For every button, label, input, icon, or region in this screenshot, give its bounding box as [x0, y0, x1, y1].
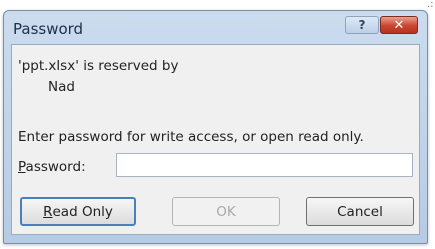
title-bar[interactable]: Password ? ✕	[4, 11, 427, 44]
password-label-text: assword:	[25, 159, 86, 175]
reserved-message: 'ppt.xlsx' is reserved by	[18, 58, 179, 74]
read-only-label: ead Only	[52, 203, 113, 220]
close-icon: ✕	[393, 17, 405, 33]
password-label: Password:	[18, 159, 86, 175]
reserved-by-user: Nad	[48, 79, 75, 95]
close-button[interactable]: ✕	[380, 16, 418, 34]
corner-mark: .:	[427, 0, 434, 10]
password-label-accelerator: P	[18, 159, 26, 175]
password-dialog: Password ? ✕ 'ppt.xlsx' is reserved by N…	[3, 10, 428, 244]
help-button[interactable]: ?	[345, 16, 379, 34]
dialog-body: 'ppt.xlsx' is reserved by Nad Enter pass…	[11, 44, 420, 235]
ok-button[interactable]: OK	[172, 197, 280, 226]
read-only-button[interactable]: Read Only	[20, 197, 136, 226]
read-only-accelerator: R	[43, 203, 53, 220]
password-input[interactable]	[116, 153, 413, 177]
cancel-button[interactable]: Cancel	[306, 197, 414, 226]
help-icon: ?	[358, 18, 366, 32]
dialog-title: Password	[13, 20, 84, 38]
instruction-text: Enter password for write access, or open…	[18, 129, 364, 145]
